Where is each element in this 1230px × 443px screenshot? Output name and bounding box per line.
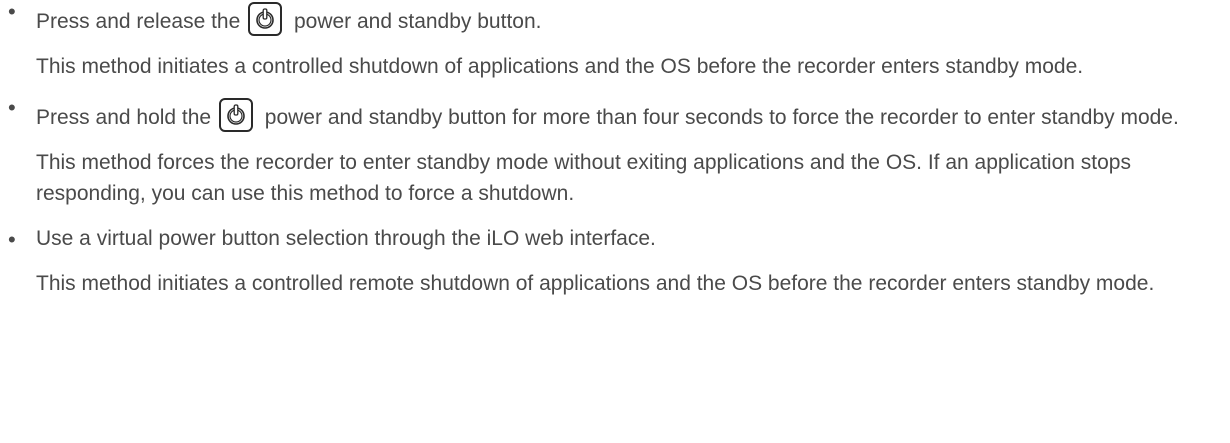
instruction-prefix: Press and hold the	[36, 106, 217, 129]
power-standby-icon	[248, 2, 283, 36]
bullet-marker: •	[8, 0, 16, 24]
list-item: • Press and release the power and standb…	[0, 0, 1230, 82]
document-page: • Press and release the power and standb…	[0, 0, 1230, 443]
power-standby-icon	[218, 98, 253, 132]
shutdown-methods-list: • Press and release the power and standb…	[0, 0, 1230, 299]
instruction-prefix: Press and release the	[36, 10, 247, 33]
list-item: • Use a virtual power button selection t…	[0, 223, 1230, 299]
list-item: • Press and hold the power and standby b…	[0, 95, 1230, 209]
instruction-suffix: power and standby button for more than f…	[258, 106, 1179, 129]
instruction-text: Press and hold the power and standby but…	[36, 96, 1230, 133]
bullet-marker: •	[8, 227, 16, 252]
method-description: This method forces the recorder to enter…	[36, 151, 1131, 205]
method-description: This method initiates a controlled shutd…	[36, 55, 1084, 78]
instruction-text: Press and release the power and standby …	[36, 0, 1230, 37]
bullet-marker: •	[8, 95, 16, 120]
instruction-text: Use a virtual power button selection thr…	[36, 227, 656, 250]
instruction-suffix: power and standby button.	[288, 10, 542, 33]
method-description: This method initiates a controlled remot…	[36, 272, 1155, 295]
